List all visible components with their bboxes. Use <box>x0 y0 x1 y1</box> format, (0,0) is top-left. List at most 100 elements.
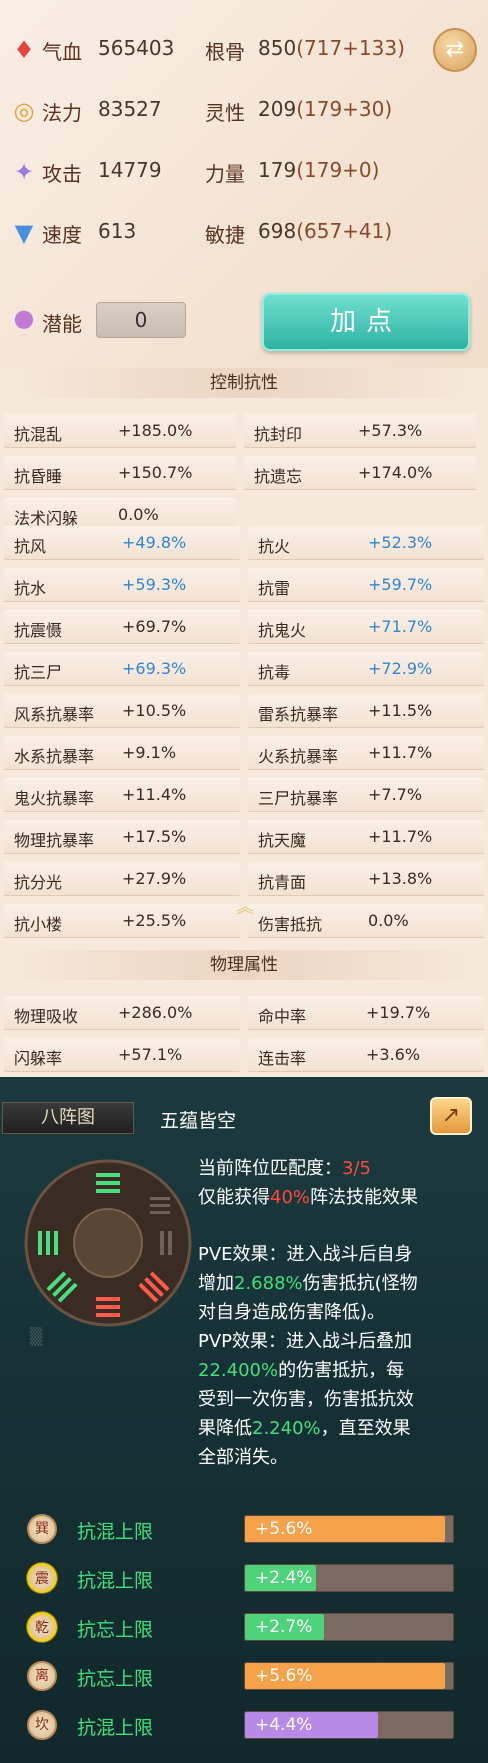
stat-name: 力量 <box>205 162 245 186</box>
resist-value: +11.5% <box>368 701 433 720</box>
resist-name: 抗混乱 <box>14 425 63 444</box>
resist-name: 风系抗暴率 <box>14 705 95 724</box>
resist-cell: 抗混乱 +185.0% <box>4 414 236 448</box>
stat-value: 698(657+41) <box>258 219 393 243</box>
swap-icon[interactable]: ⇄ <box>433 28 477 72</box>
potential-value: 0 <box>96 302 186 338</box>
resist-name: 抗遗忘 <box>254 467 303 486</box>
bonus-bar: +2.7% <box>244 1613 454 1641</box>
stat-value: 83527 <box>98 97 162 121</box>
pvp-line-5: 全部消失。 <box>198 1447 288 1468</box>
attack-icon: ✦ <box>13 158 35 186</box>
resist-value: +25.5% <box>122 911 187 930</box>
pve-line-3: 对自身造成伤害降低)。 <box>198 1302 386 1323</box>
resist-name: 抗青面 <box>258 873 307 892</box>
stat-row-speed: ▼ 速度 613 敏捷 698(657+41) <box>0 213 488 253</box>
trigram-northeast-icon <box>150 1197 170 1214</box>
add-points-button[interactable]: 加点 <box>262 293 470 351</box>
stat-name: 根骨 <box>205 40 245 64</box>
stat-value: 850(717+133) <box>258 36 405 60</box>
bonus-label: 抗混上限 <box>77 1570 154 1592</box>
physical-title: 物理属性 <box>0 950 488 980</box>
resist-value: 0.0% <box>118 505 159 524</box>
bonus-label: 抗混上限 <box>77 1717 154 1739</box>
bonus-bar: +5.6% <box>244 1515 454 1543</box>
resist-name: 物理抗暴率 <box>14 831 95 850</box>
resist-value: +11.7% <box>368 743 433 762</box>
resist-cell: 抗三尸 +69.3% <box>4 652 240 686</box>
resist-value: +17.5% <box>122 827 187 846</box>
gain-line: 仅能获得40%阵法技能效果 <box>198 1187 419 1208</box>
resist-value: +286.0% <box>118 1003 193 1022</box>
stat-name: 攻击 <box>42 162 82 186</box>
trigram-badge-icon[interactable]: 坎 <box>27 1710 57 1740</box>
resist-cell: 命中率 +19.7% <box>248 996 484 1030</box>
resist-cell: 抗遗忘 +174.0% <box>244 456 476 490</box>
resist-value: +49.8% <box>122 533 187 552</box>
resist-value: +57.3% <box>358 421 423 440</box>
resist-name: 抗三尸 <box>14 663 63 682</box>
trigram-badge-icon[interactable]: 震 <box>27 1563 57 1593</box>
stat-row-hp: ♦ 气血 565403 根骨 850(717+133) <box>0 30 488 70</box>
potential-label: 潜能 <box>42 312 82 336</box>
resist-value: +69.3% <box>122 659 187 678</box>
resist-name: 抗昏睡 <box>14 467 63 486</box>
resist-name: 鬼火抗暴率 <box>14 789 95 808</box>
formation-panel: 八阵图 五蕴皆空 ↗ ▒ 当前阵位匹配度：3/5 仅能获得40%阵法技能效果 P… <box>0 1077 488 1763</box>
resist-cell: 鬼火抗暴率 +11.4% <box>4 778 240 812</box>
collapse-arrow-icon[interactable]: ︽ <box>229 899 261 917</box>
bonus-value: +2.4% <box>255 1568 313 1588</box>
resist-value: 0.0% <box>368 911 409 930</box>
trigram-north-icon <box>96 1173 120 1193</box>
bonus-label: 抗忘上限 <box>77 1668 154 1690</box>
pve-line-1: PVE效果：进入战斗后自身 <box>198 1244 413 1265</box>
formation-name: 五蕴皆空 <box>160 1110 237 1132</box>
bonus-row: 乾抗忘上限 +2.7% <box>0 1605 488 1649</box>
resist-name: 命中率 <box>258 1007 307 1026</box>
share-icon[interactable]: ↗ <box>430 1097 472 1135</box>
match-line: 当前阵位匹配度：3/5 <box>198 1158 371 1179</box>
resist-value: +27.9% <box>122 869 187 888</box>
resist-cell: 风系抗暴率 +10.5% <box>4 694 240 728</box>
resist-name: 连击率 <box>258 1049 307 1068</box>
resist-name: 抗风 <box>14 537 47 556</box>
resist-cell: 抗天魔 +11.7% <box>248 820 484 854</box>
trigram-west-icon <box>38 1231 58 1255</box>
resist-value: +59.3% <box>122 575 187 594</box>
stat-name: 灵性 <box>205 101 245 125</box>
resist-panel: 控制抗性 抗混乱 +185.0% 抗封印 +57.3% 抗昏睡 +150.7% 抗遗忘 +17… <box>0 368 488 1077</box>
resist-value: +11.4% <box>122 785 187 804</box>
resist-value: +72.9% <box>368 659 433 678</box>
bagua-wheel[interactable] <box>22 1157 194 1329</box>
bonus-label: 抗忘上限 <box>77 1619 154 1641</box>
resist-value: +174.0% <box>358 463 433 482</box>
resist-value: +10.5% <box>122 701 187 720</box>
resist-cell: 雷系抗暴率 +11.5% <box>248 694 484 728</box>
bonus-bar: +5.6% <box>244 1662 454 1690</box>
resist-name: 水系抗暴率 <box>14 747 95 766</box>
resist-cell: 抗青面 +13.8% <box>248 862 484 896</box>
resist-cell: 抗水 +59.3% <box>4 568 240 602</box>
resist-name: 抗小楼 <box>14 915 63 934</box>
resist-value: +52.3% <box>368 533 433 552</box>
formation-tab[interactable]: 八阵图 <box>2 1102 134 1134</box>
resist-name: 伤害抵抗 <box>258 915 323 934</box>
trigram-badge-icon[interactable]: 乾 <box>27 1612 57 1642</box>
resist-name: 抗震慑 <box>14 621 63 640</box>
bonus-row: 震抗混上限 +2.4% <box>0 1556 488 1600</box>
blood-icon: ♦ <box>13 36 35 64</box>
trigram-badge-icon[interactable]: 巽 <box>27 1514 57 1544</box>
resist-cell: 抗昏睡 +150.7% <box>4 456 236 490</box>
trigram-south-icon <box>96 1297 120 1317</box>
trigram-badge-icon[interactable]: 离 <box>27 1661 57 1691</box>
mana-icon: ◎ <box>13 97 35 125</box>
faded-text: ▒ <box>30 1327 43 1346</box>
resist-cell: 水系抗暴率 +9.1% <box>4 736 240 770</box>
resist-value: +71.7% <box>368 617 433 636</box>
bonus-value: +4.4% <box>255 1715 313 1735</box>
resist-name: 抗分光 <box>14 873 63 892</box>
resist-cell: 抗风 +49.8% <box>4 526 240 560</box>
pve-line-2: 增加2.688%伤害抵抗(怪物 <box>198 1273 418 1294</box>
resist-name: 雷系抗暴率 <box>258 705 339 724</box>
bonus-bar: +2.4% <box>244 1564 454 1592</box>
